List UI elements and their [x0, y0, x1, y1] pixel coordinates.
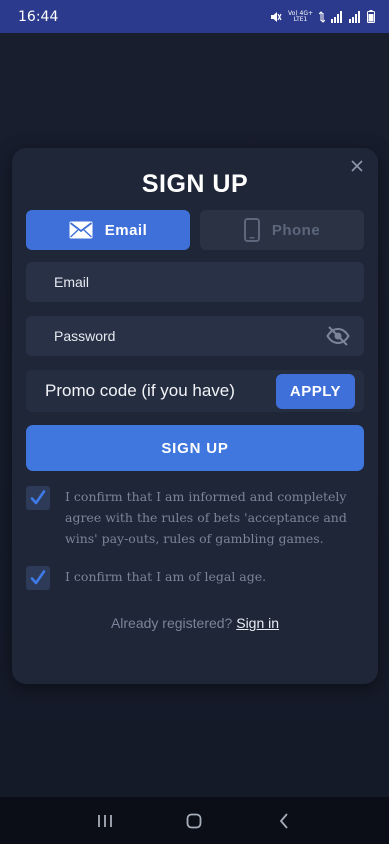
- password-field[interactable]: Password: [26, 316, 364, 356]
- promo-placeholder: Promo code (if you have): [45, 381, 235, 400]
- back-icon: [279, 812, 288, 829]
- tab-phone-label: Phone: [271, 221, 321, 239]
- status-bar: 16:44 Vo) 4G+ LTE1: [0, 0, 389, 33]
- status-icons: Vo) 4G+ LTE1: [270, 10, 375, 23]
- rules-confirm-text: I confirm that I am informed and complet…: [65, 489, 347, 546]
- rules-checkbox[interactable]: [26, 486, 50, 510]
- battery-icon: [367, 10, 375, 23]
- email-placeholder: Email: [54, 274, 90, 290]
- checkmark-icon: [30, 570, 46, 585]
- signup-modal: SIGN UP Email Phone Email Password Promo…: [12, 148, 378, 684]
- already-registered-text: Already registered?: [110, 615, 233, 631]
- signin-prompt: Already registered? Sign in: [12, 615, 378, 631]
- page-title: SIGN UP: [141, 170, 249, 198]
- eye-slash-icon[interactable]: [326, 325, 350, 347]
- back-button[interactable]: [264, 806, 304, 836]
- android-nav-bar: [0, 797, 389, 844]
- signal-icon-1: [331, 10, 343, 23]
- legal-age-text: I confirm that I am of legal age.: [65, 569, 267, 584]
- phone-icon: [243, 218, 260, 242]
- tab-email[interactable]: Email: [26, 210, 190, 250]
- data-arrows-icon: [319, 10, 325, 23]
- recents-icon: [97, 814, 112, 827]
- password-placeholder: Password: [54, 328, 116, 344]
- tab-phone[interactable]: Phone: [200, 210, 364, 250]
- legal-age-checkbox[interactable]: [26, 566, 50, 590]
- tab-email-label: Email: [104, 221, 148, 239]
- signin-link[interactable]: Sign in: [236, 615, 279, 631]
- apply-button[interactable]: APPLY: [276, 374, 355, 409]
- status-time: 16:44: [18, 8, 59, 25]
- signup-button[interactable]: SIGN UP: [26, 425, 364, 471]
- envelope-icon: [69, 221, 93, 239]
- signal-icon-2: [349, 10, 361, 23]
- network-label: Vo) 4G+ LTE1: [287, 9, 313, 23]
- checkmark-icon: [30, 490, 46, 505]
- mute-icon: [270, 11, 282, 23]
- email-field[interactable]: Email: [26, 262, 364, 302]
- recents-button[interactable]: [85, 806, 125, 836]
- home-icon: [187, 813, 202, 828]
- home-button[interactable]: [174, 806, 214, 836]
